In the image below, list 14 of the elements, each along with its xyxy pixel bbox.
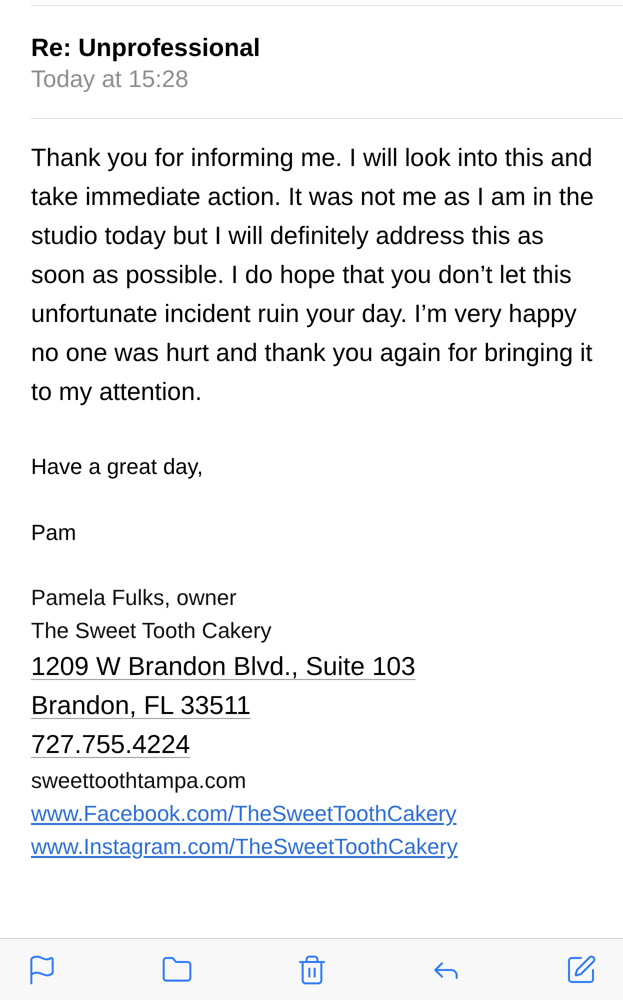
email-body: Thank you for informing me. I will look into this and take immediate action. It was not me as I am in the studio today but I will definitely address this as soon as possible. I do hope that you don’t let this unfortunate incident ruin your day. I’m very happy no one was hurt and thank you again for bringing it to my attention. [31,143,595,408]
email-subject: Re: Unprofessional [31,33,262,64]
signature-text: sweettoothtampa.com [31,768,246,793]
detected-link[interactable]: 727.755.4224 [31,729,190,759]
detected-link[interactable]: Brandon, FL 33511 [31,690,251,720]
email-date: Today at 15:28 [31,65,190,95]
compose-icon[interactable] [565,954,597,986]
detected-link[interactable]: 1209 W Brandon Blvd., Suite 103 [31,651,416,681]
closing-text: Have a great day, [31,453,204,481]
signature-text: Pamela Fulks, owner [31,585,236,610]
signature-text: The Sweet Tooth Cakery [31,618,272,643]
web-link[interactable]: www.Instagram.com/TheSweetToothCakery [31,834,458,859]
web-link[interactable]: www.Facebook.com/TheSweetToothCakery [31,801,457,826]
sender-name: Pam [31,519,78,547]
